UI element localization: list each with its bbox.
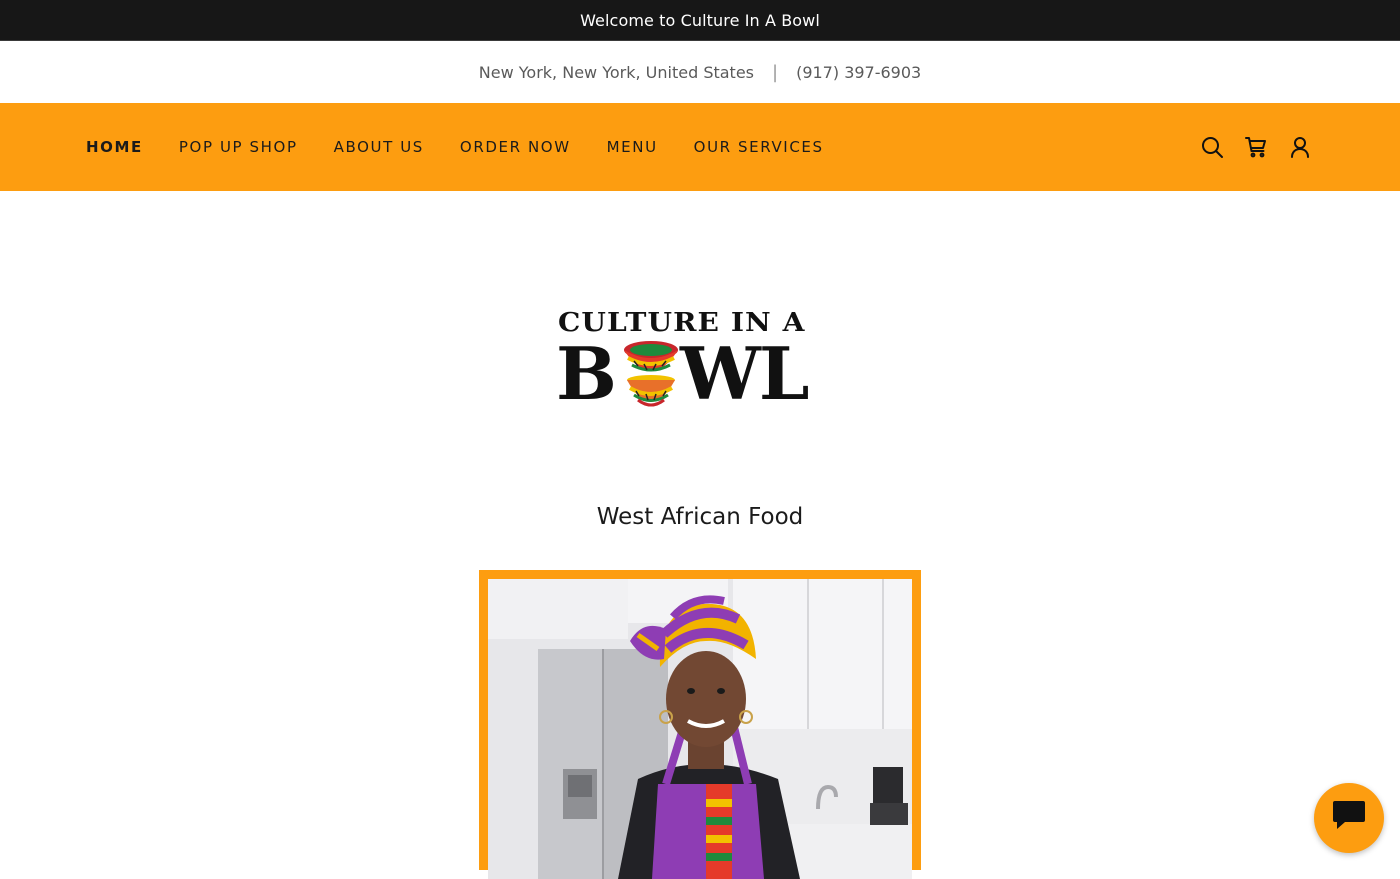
- site-logo[interactable]: CULTURE IN A B WL: [554, 308, 846, 416]
- phone-link[interactable]: (917) 397-6903: [796, 63, 921, 82]
- nav-item-home[interactable]: HOME: [86, 138, 143, 156]
- nav-item-our-services[interactable]: OUR SERVICES: [694, 138, 824, 156]
- nav-icons: [1200, 135, 1312, 159]
- bowls-icon: [624, 341, 678, 407]
- chef-photo: [488, 579, 912, 879]
- nav-item-pop-up-shop[interactable]: POP UP SHOP: [179, 138, 298, 156]
- hero-image-frame: [479, 570, 921, 879]
- chef-illustration: [488, 579, 912, 879]
- nav-item-about-us[interactable]: ABOUT US: [334, 138, 424, 156]
- chat-button[interactable]: [1314, 783, 1384, 853]
- nav-item-order-now[interactable]: ORDER NOW: [460, 138, 571, 156]
- contact-bar: New York, New York, United States | (917…: [0, 41, 1400, 103]
- cart-icon[interactable]: [1244, 135, 1268, 159]
- announcement-bar: Welcome to Culture In A Bowl: [0, 0, 1400, 41]
- contact-separator: |: [772, 61, 779, 83]
- hero-tagline: West African Food: [596, 504, 804, 530]
- location-text: New York, New York, United States: [478, 62, 754, 82]
- main-navigation: HOME POP UP SHOP ABOUT US ORDER NOW MENU…: [0, 103, 1400, 191]
- account-icon[interactable]: [1288, 135, 1312, 159]
- nav-item-menu[interactable]: MENU: [607, 138, 658, 156]
- nav-links: HOME POP UP SHOP ABOUT US ORDER NOW MENU…: [86, 138, 824, 156]
- logo-letters-wl: WL: [680, 331, 809, 416]
- chat-icon: [1331, 800, 1367, 836]
- announcement-text: Welcome to Culture In A Bowl: [580, 10, 820, 30]
- logo-letter-b: B: [556, 331, 617, 416]
- search-icon[interactable]: [1200, 135, 1224, 159]
